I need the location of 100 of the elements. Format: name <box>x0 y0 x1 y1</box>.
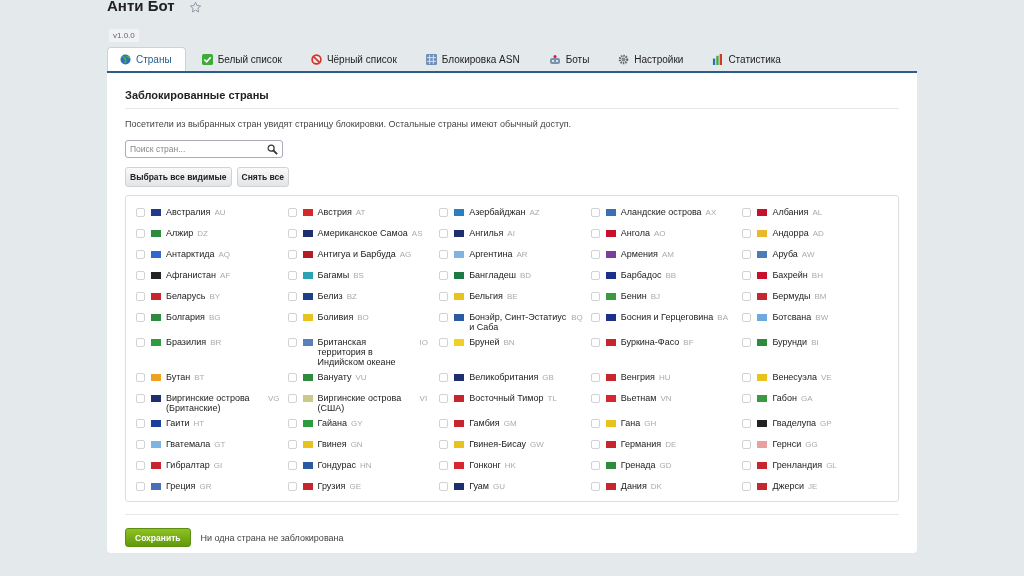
checkbox[interactable] <box>136 461 145 470</box>
star-icon[interactable] <box>188 0 202 14</box>
checkbox[interactable] <box>439 229 449 238</box>
country-code: GP <box>820 419 832 428</box>
checkbox[interactable] <box>439 292 449 301</box>
checkbox[interactable] <box>590 229 600 238</box>
country-name: Бермуды <box>772 291 811 301</box>
tab[interactable]: Боты <box>536 47 603 71</box>
checkbox[interactable] <box>287 250 297 259</box>
tab[interactable]: Белый список <box>189 47 295 71</box>
country-code: VN <box>660 394 672 403</box>
country-code: VE <box>820 373 832 382</box>
checkbox[interactable] <box>136 271 145 280</box>
country-name: Алжир <box>166 228 194 238</box>
checkbox[interactable] <box>287 419 297 428</box>
checkbox[interactable] <box>742 461 752 470</box>
checkbox[interactable] <box>439 482 449 491</box>
checkbox[interactable] <box>742 208 752 217</box>
country-code: BR <box>210 338 222 347</box>
checkbox[interactable] <box>439 313 449 322</box>
checkbox[interactable] <box>439 419 449 428</box>
checkbox[interactable] <box>136 482 145 491</box>
tab[interactable]: Настройки <box>606 47 697 71</box>
country-name: Аландские острова <box>620 207 702 217</box>
checkbox[interactable] <box>590 419 600 428</box>
checkbox[interactable] <box>136 208 145 217</box>
country-name: Американское Самоа <box>317 228 408 238</box>
checkbox[interactable] <box>590 208 600 217</box>
checkbox[interactable] <box>742 338 752 347</box>
checkbox[interactable] <box>742 250 752 259</box>
checkbox[interactable] <box>136 250 145 259</box>
checkbox[interactable] <box>742 482 752 491</box>
country-name: Гаити <box>166 418 190 428</box>
checkbox[interactable] <box>742 419 752 428</box>
checkbox[interactable] <box>590 440 600 449</box>
checkbox[interactable] <box>590 373 600 382</box>
checkbox[interactable] <box>287 313 297 322</box>
checkbox[interactable] <box>742 313 752 322</box>
checkbox[interactable] <box>136 373 145 382</box>
tab[interactable]: Чёрный список <box>298 47 410 71</box>
checkbox[interactable] <box>136 440 145 449</box>
tab[interactable]: Страны <box>107 47 186 71</box>
checkbox[interactable] <box>287 373 297 382</box>
checkbox[interactable] <box>287 271 297 280</box>
country-code: TL <box>547 394 557 403</box>
action-button[interactable]: Снять все <box>236 167 289 187</box>
checkbox[interactable] <box>136 292 145 301</box>
checkbox[interactable] <box>590 250 600 259</box>
checkbox[interactable] <box>742 440 752 449</box>
no-entry-icon <box>310 53 322 65</box>
checkbox[interactable] <box>136 313 145 322</box>
checkbox[interactable] <box>287 394 297 403</box>
tab[interactable]: Статистика <box>700 47 794 71</box>
checkbox[interactable] <box>590 461 600 470</box>
checkbox[interactable] <box>439 461 449 470</box>
checkbox[interactable] <box>439 338 449 347</box>
country-name: Гамбия <box>469 418 500 428</box>
country-code: GE <box>349 482 361 491</box>
country-name: Джерси <box>772 481 805 491</box>
country-name: Восточный Тимор <box>469 393 544 403</box>
country-code: GM <box>503 419 517 428</box>
checkmark-icon <box>201 53 213 65</box>
checkbox[interactable] <box>590 292 600 301</box>
country-code: AZ <box>529 208 540 217</box>
checkbox[interactable] <box>287 292 297 301</box>
checkbox[interactable] <box>136 419 145 428</box>
checkbox[interactable] <box>287 229 297 238</box>
country-code: BB <box>665 271 677 280</box>
action-button[interactable]: Выбрать все видимые <box>125 167 232 187</box>
checkbox[interactable] <box>590 482 600 491</box>
checkbox[interactable] <box>742 229 752 238</box>
checkbox[interactable] <box>742 373 752 382</box>
checkbox[interactable] <box>742 292 752 301</box>
checkbox[interactable] <box>439 394 449 403</box>
country-name: Гватемала <box>166 439 211 449</box>
checkbox[interactable] <box>439 271 449 280</box>
checkbox[interactable] <box>439 250 449 259</box>
search-field[interactable]: Поиск стран... <box>125 140 283 158</box>
checkbox[interactable] <box>287 208 297 217</box>
country-code: AG <box>399 250 412 259</box>
checkbox[interactable] <box>287 338 297 347</box>
tab[interactable]: Блокировка ASN <box>413 47 533 71</box>
checkbox[interactable] <box>742 271 752 280</box>
checkbox[interactable] <box>136 394 145 403</box>
checkbox[interactable] <box>439 440 449 449</box>
checkbox[interactable] <box>439 373 449 382</box>
checkbox[interactable] <box>590 338 600 347</box>
checkbox[interactable] <box>742 394 752 403</box>
checkbox[interactable] <box>590 394 600 403</box>
checkbox[interactable] <box>590 271 600 280</box>
checkbox[interactable] <box>287 440 297 449</box>
country-code: GB <box>542 373 554 382</box>
checkbox[interactable] <box>287 461 297 470</box>
checkbox[interactable] <box>136 338 145 347</box>
checkbox[interactable] <box>439 208 449 217</box>
country-name: Германия <box>620 439 662 449</box>
checkbox[interactable] <box>590 313 600 322</box>
checkbox[interactable] <box>287 482 297 491</box>
country-name: Ангилья <box>469 228 504 238</box>
checkbox[interactable] <box>136 229 145 238</box>
